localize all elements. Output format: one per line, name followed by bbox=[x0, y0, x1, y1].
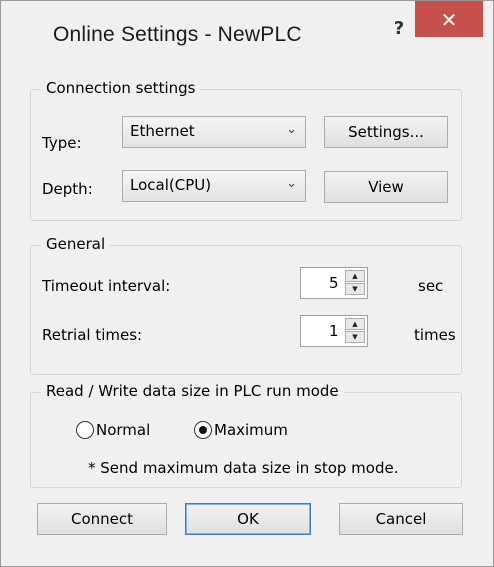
timeout-spin-arrows[interactable]: ▲ ▼ bbox=[345, 270, 365, 296]
triangle-up-icon[interactable]: ▲ bbox=[345, 318, 365, 330]
connection-settings-legend: Connection settings bbox=[41, 79, 201, 97]
view-button[interactable]: View bbox=[324, 171, 448, 203]
retrial-unit: times bbox=[414, 326, 456, 344]
stop-mode-note: * Send maximum data size in stop mode. bbox=[88, 459, 399, 477]
radio-normal[interactable] bbox=[76, 421, 94, 439]
timeout-unit: sec bbox=[418, 277, 444, 295]
readwrite-legend: Read / Write data size in PLC run mode bbox=[41, 382, 344, 400]
depth-dropdown-value: Local(CPU) bbox=[130, 176, 212, 194]
retrial-value: 1 bbox=[329, 322, 339, 340]
triangle-down-icon[interactable]: ▼ bbox=[345, 283, 365, 295]
retrial-label: Retrial times: bbox=[42, 326, 143, 344]
online-settings-dialog: Online Settings - NewPLC ? ✕ Connection … bbox=[0, 0, 494, 567]
type-dropdown-value: Ethernet bbox=[130, 122, 195, 140]
dialog-body: Connection settings Type: Ethernet ⌄ Set… bbox=[10, 79, 482, 557]
timeout-value: 5 bbox=[329, 274, 339, 292]
timeout-label: Timeout interval: bbox=[42, 277, 171, 295]
settings-button[interactable]: Settings... bbox=[324, 116, 448, 148]
triangle-down-icon[interactable]: ▼ bbox=[345, 331, 365, 343]
timeout-spinner[interactable]: 5 ▲ ▼ bbox=[300, 267, 368, 299]
depth-label: Depth: bbox=[42, 180, 93, 198]
close-icon: ✕ bbox=[440, 8, 458, 32]
cancel-button[interactable]: Cancel bbox=[339, 503, 463, 535]
triangle-up-icon[interactable]: ▲ bbox=[345, 270, 365, 282]
type-dropdown[interactable]: Ethernet ⌄ bbox=[122, 116, 306, 148]
help-button[interactable]: ? bbox=[381, 15, 417, 43]
radio-maximum[interactable] bbox=[194, 421, 212, 439]
window-title: Online Settings - NewPLC bbox=[53, 23, 302, 46]
close-button[interactable]: ✕ bbox=[415, 1, 483, 37]
general-group: General bbox=[30, 235, 462, 375]
type-label: Type: bbox=[42, 134, 82, 152]
connect-button[interactable]: Connect bbox=[37, 503, 167, 535]
title-bar[interactable]: Online Settings - NewPLC ? ✕ bbox=[1, 1, 493, 79]
ok-button[interactable]: OK bbox=[185, 503, 311, 535]
chevron-down-icon: ⌄ bbox=[286, 176, 297, 191]
general-legend: General bbox=[41, 235, 111, 253]
chevron-down-icon: ⌄ bbox=[286, 122, 297, 137]
depth-dropdown[interactable]: Local(CPU) ⌄ bbox=[122, 170, 306, 202]
retrial-spin-arrows[interactable]: ▲ ▼ bbox=[345, 318, 365, 344]
radio-maximum-label[interactable]: Maximum bbox=[214, 421, 288, 439]
radio-normal-label[interactable]: Normal bbox=[96, 421, 150, 439]
radio-selected-dot bbox=[199, 426, 207, 434]
retrial-spinner[interactable]: 1 ▲ ▼ bbox=[300, 315, 368, 347]
